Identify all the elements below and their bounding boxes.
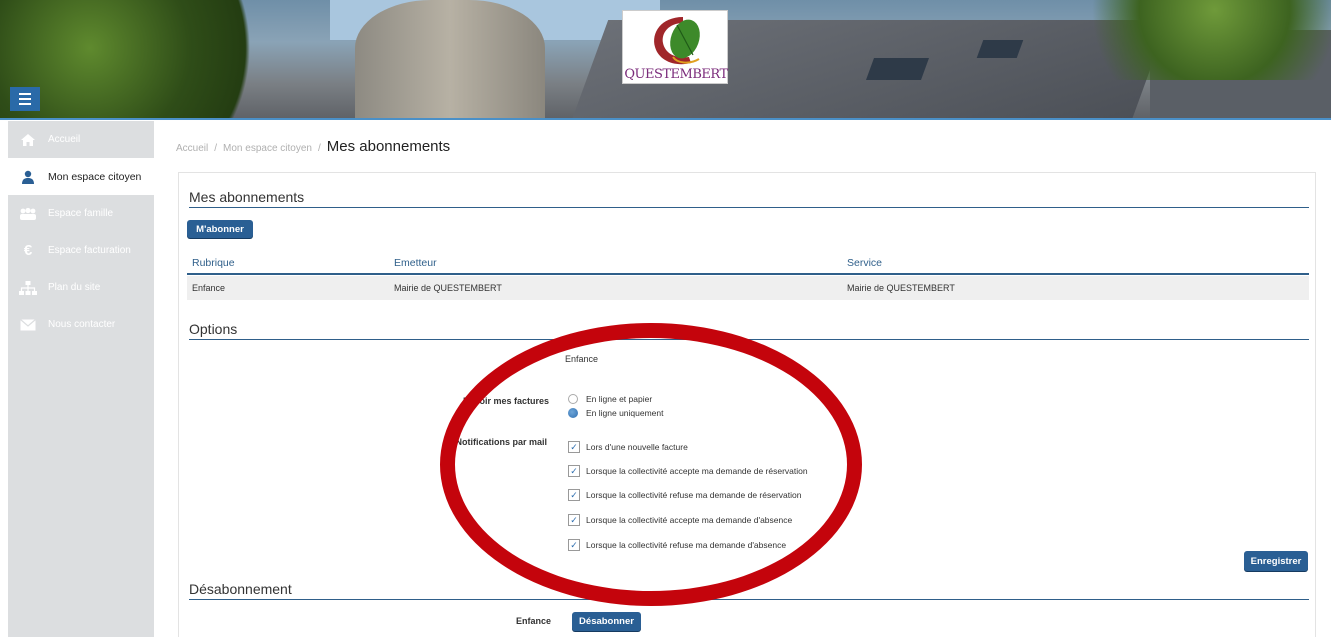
breadcrumb: Accueil / Mon espace citoyen / Mes abonn… [176, 138, 450, 155]
column-header-service[interactable]: Service [847, 253, 882, 273]
table-row[interactable]: Enfance Mairie de QUESTEMBERT Mairie de … [187, 276, 1309, 300]
cell-rubrique: Enfance [192, 283, 226, 293]
subscriptions-section-title: Mes abonnements [189, 189, 1309, 208]
checkbox-label: Lorsque la collectivité refuse ma demand… [586, 490, 802, 500]
unsubscribe-button[interactable]: Désabonner [572, 612, 641, 631]
checkbox-checked[interactable]: ✓ [568, 489, 580, 501]
radio-button-selected[interactable] [568, 408, 578, 418]
options-section-title: Options [189, 321, 1309, 340]
subscribe-button[interactable]: M'abonner [187, 220, 253, 238]
unsubscribe-rubrique-label: Enfance [515, 616, 551, 626]
sidebar-item-label: Plan du site [48, 282, 101, 293]
notification-checkbox-row[interactable]: ✓ Lorsque la collectivité accepte ma dem… [568, 514, 792, 526]
sidebar: Accueil Mon espace citoyen Espace famill… [8, 121, 154, 637]
sidebar-item-mon-espace-citoyen[interactable]: Mon espace citoyen [8, 158, 154, 195]
sidebar-item-label: Accueil [48, 134, 81, 145]
mail-icon [18, 317, 38, 333]
hamburger-icon [19, 93, 31, 95]
checkbox-checked[interactable]: ✓ [568, 539, 580, 551]
sidebar-item-label: Espace facturation [48, 245, 131, 256]
menu-toggle-button[interactable] [10, 87, 40, 111]
sidebar-item-accueil[interactable]: Accueil [8, 121, 154, 158]
site-logo[interactable]: QUESTEMBERT [622, 10, 728, 84]
family-icon [18, 206, 38, 222]
notification-checkbox-row[interactable]: ✓ Lorsque la collectivité refuse ma dema… [568, 489, 801, 501]
notification-checkbox-row[interactable]: ✓ Lorsque la collectivité accepte ma dem… [568, 465, 808, 477]
notification-checkbox-row[interactable]: ✓ Lorsque la collectivité refuse ma dema… [568, 539, 786, 551]
breadcrumb-home-link[interactable]: Accueil [176, 143, 208, 154]
radio-label: En ligne et papier [586, 394, 653, 404]
logo-text: QUESTEMBERT [624, 67, 728, 82]
breadcrumb-parent-link[interactable]: Mon espace citoyen [223, 143, 312, 154]
sidebar-item-plan-du-site[interactable]: Plan du site [8, 269, 154, 306]
column-header-emetteur[interactable]: Emetteur [394, 253, 437, 273]
cell-emetteur: Mairie de QUESTEMBERT [394, 283, 502, 293]
sitemap-icon [18, 280, 38, 296]
rubrique-label: U [532, 353, 540, 363]
main-panel: Mes abonnements M'abonner Rubrique Emett… [178, 172, 1316, 637]
checkbox-label: Lorsque la collectivité refuse ma demand… [586, 540, 787, 550]
sidebar-item-espace-facturation[interactable]: € Espace facturation [8, 232, 154, 269]
breadcrumb-separator: / [214, 143, 218, 154]
rubrique-value: Enfance [565, 354, 599, 364]
radio-button[interactable] [568, 394, 578, 404]
checkbox-checked[interactable]: ✓ [568, 441, 580, 453]
checkbox-label: Lors d'une nouvelle facture [586, 442, 688, 452]
radio-label: En ligne uniquement [586, 408, 664, 418]
subscriptions-table-header: Rubrique Emetteur Service [187, 253, 1309, 275]
radio-en-ligne-et-papier[interactable]: En ligne et papier [568, 394, 652, 404]
unsubscribe-section-title: Désabonnement [189, 581, 1309, 600]
sidebar-item-label: Mon espace citoyen [48, 170, 142, 183]
euro-icon: € [23, 242, 33, 259]
cell-service: Mairie de QUESTEMBERT [847, 283, 955, 293]
sidebar-item-nous-contacter[interactable]: Nous contacter [8, 306, 154, 343]
checkbox-checked[interactable]: ✓ [568, 465, 580, 477]
notifications-label: Notifications par mail [455, 437, 547, 447]
radio-en-ligne-uniquement[interactable]: En ligne uniquement [568, 408, 664, 418]
checkbox-label: Lorsque la collectivité accepte ma deman… [586, 515, 793, 525]
checkbox-checked[interactable]: ✓ [568, 514, 580, 526]
factures-label: R oir mes factures [462, 396, 549, 406]
checkbox-label: Lorsque la collectivité accepte ma deman… [586, 466, 808, 476]
home-icon [18, 132, 38, 148]
page-title: Mes abonnements [326, 138, 451, 155]
user-icon [18, 169, 38, 185]
breadcrumb-separator: / [317, 143, 321, 154]
notification-checkbox-row[interactable]: ✓ Lors d'une nouvelle facture [568, 441, 688, 453]
sidebar-item-label: Nous contacter [48, 319, 116, 330]
column-header-rubrique[interactable]: Rubrique [192, 253, 235, 273]
sidebar-item-label: Espace famille [48, 208, 114, 219]
sidebar-item-espace-famille[interactable]: Espace famille [8, 195, 154, 232]
save-button[interactable]: Enregistrer [1244, 551, 1308, 571]
